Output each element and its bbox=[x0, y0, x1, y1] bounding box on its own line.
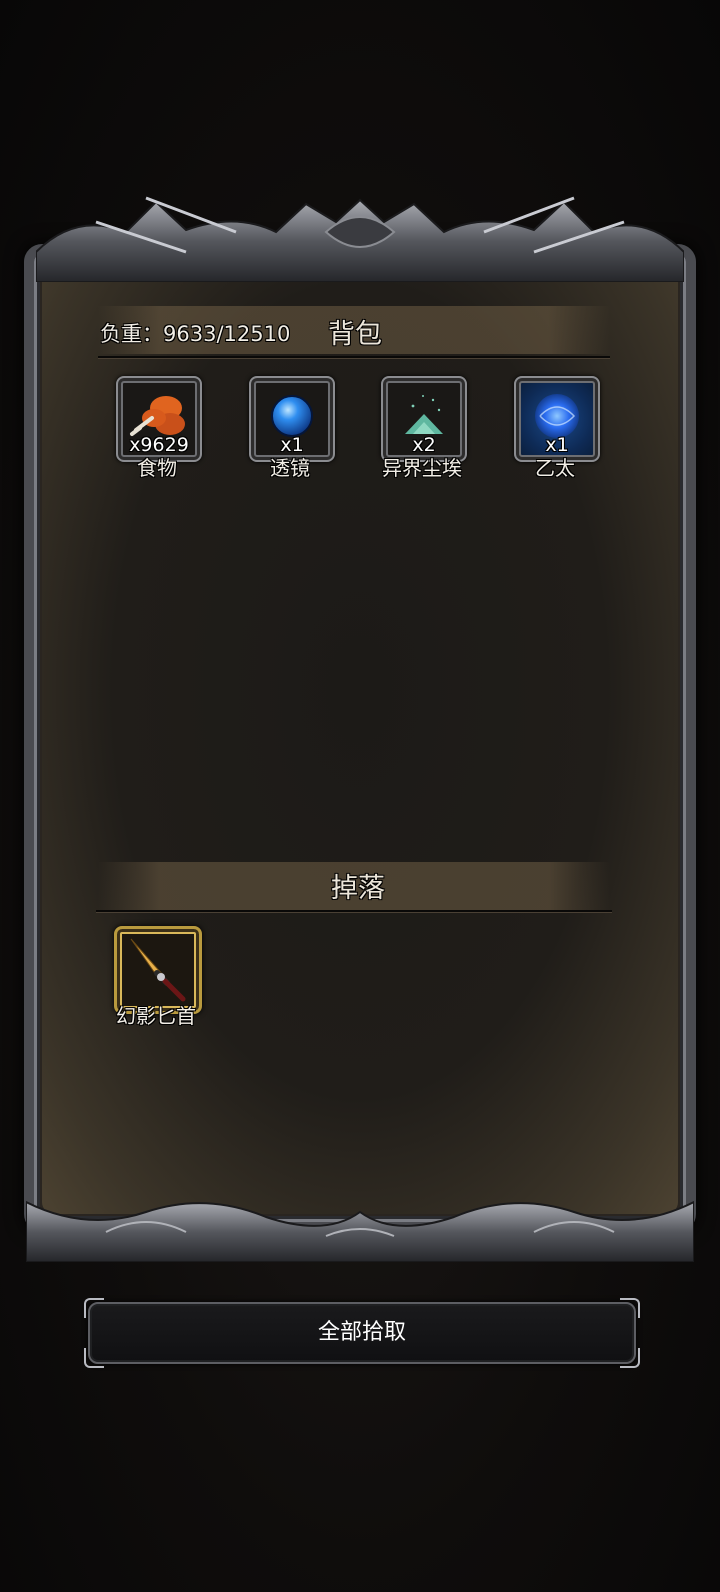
item-name-phantom-dagger: 幻影匕首 bbox=[116, 1004, 196, 1028]
inventory-slot-food[interactable]: x9629 bbox=[116, 376, 202, 462]
frame-top-ornament bbox=[36, 192, 684, 282]
inventory-title: 背包 bbox=[328, 319, 382, 350]
frame-bottom-ornament bbox=[26, 1192, 694, 1262]
inventory-header-divider bbox=[98, 356, 610, 358]
item-name-otherworld-dust: 异界尘埃 bbox=[382, 456, 462, 480]
drops-header-divider bbox=[96, 910, 612, 912]
pickup-all-label: 全部拾取 bbox=[317, 1320, 406, 1345]
button-corner-ornament bbox=[84, 1298, 104, 1318]
dagger-icon bbox=[130, 938, 186, 1002]
inventory-slot-lens[interactable]: x1 bbox=[249, 376, 335, 462]
button-corner-ornament bbox=[620, 1298, 640, 1318]
item-name-ether: 乙太 bbox=[535, 456, 575, 480]
inventory-slot-ether[interactable]: x1 bbox=[514, 376, 600, 462]
game-screen: 负重：9633/12510 背包 x9629 食物 x1 透镜 x2 异界尘埃 … bbox=[0, 0, 720, 1592]
item-name-lens: 透镜 bbox=[270, 456, 310, 480]
inventory-slot-otherworld-dust[interactable]: x2 bbox=[381, 376, 467, 462]
item-name-food: 食物 bbox=[137, 456, 177, 480]
drops-title: 掉落 bbox=[331, 873, 385, 904]
button-corner-ornament bbox=[620, 1348, 640, 1368]
button-corner-ornament bbox=[84, 1348, 104, 1368]
pickup-all-button[interactable]: 全部拾取 bbox=[84, 1298, 640, 1368]
